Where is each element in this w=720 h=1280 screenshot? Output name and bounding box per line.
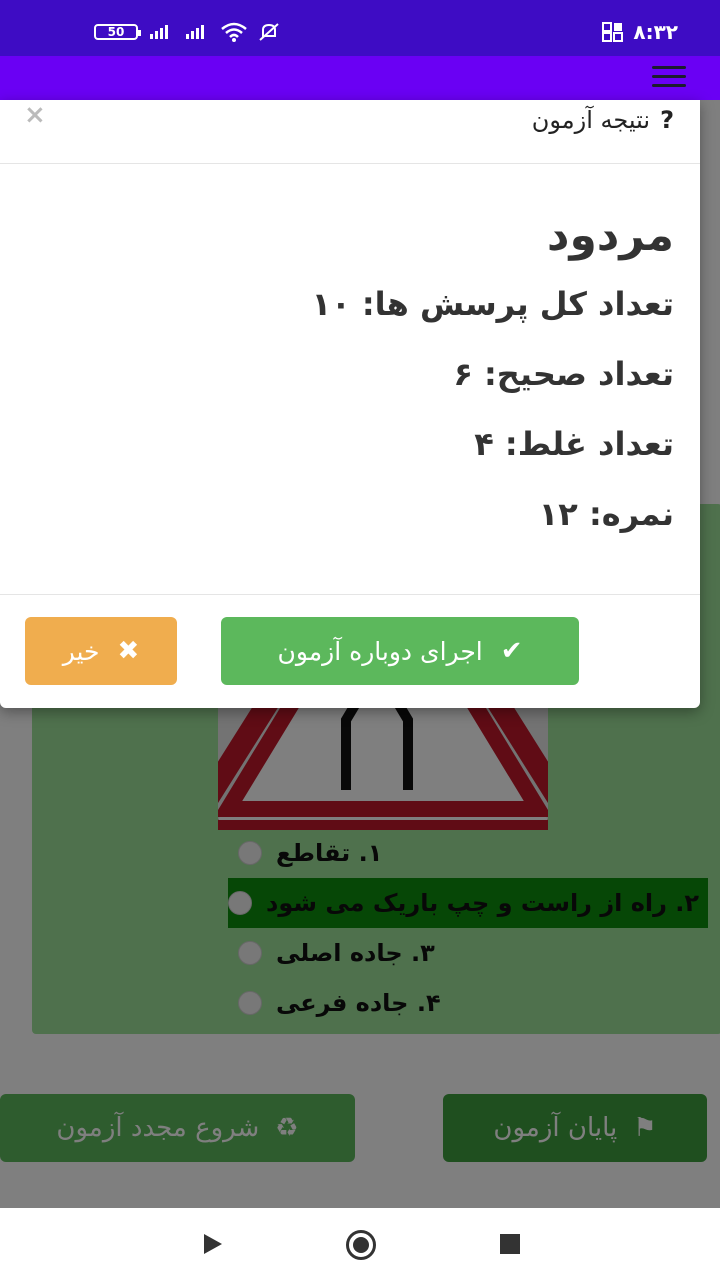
total-questions: تعداد کل پرسش ها: ۱۰: [311, 285, 674, 323]
question-icon: ?: [660, 106, 674, 134]
correct-count: تعداد صحیح: ۶: [453, 355, 674, 393]
signal-icon-2: [186, 25, 204, 39]
battery-icon: 50: [94, 24, 141, 40]
retry-quiz-button[interactable]: ✔ اجرای دوباره آزمون: [221, 617, 579, 685]
status-left-icons: 50: [94, 22, 280, 42]
system-nav-bar: [0, 1208, 720, 1280]
score: نمره: ۱۲: [538, 495, 674, 533]
menu-icon[interactable]: [652, 66, 686, 90]
back-icon[interactable]: [204, 1234, 222, 1254]
recents-icon[interactable]: [500, 1234, 520, 1254]
modal-header: × ? نتیجه آزمون: [0, 100, 700, 164]
result-modal: × ? نتیجه آزمون مردود تعداد کل پرسش ها: …: [0, 100, 700, 708]
verdict-text: مردود: [546, 210, 674, 261]
close-icon[interactable]: ×: [24, 100, 46, 130]
close-x-icon: ✖: [117, 636, 140, 666]
home-icon[interactable]: [346, 1230, 376, 1260]
app-toolbar: [0, 56, 720, 100]
modal-title: ? نتیجه آزمون: [531, 106, 674, 134]
grid-icon: [602, 22, 623, 42]
signal-icon: [150, 25, 168, 39]
modal-body: مردود تعداد کل پرسش ها: ۱۰ تعداد صحیح: ۶…: [34, 210, 674, 565]
status-bar: 50 ۸:۳۲: [0, 0, 720, 56]
clock: ۸:۳۲: [633, 20, 678, 44]
wifi-icon: [221, 22, 247, 42]
modal-footer: ✔ اجرای دوباره آزمون ✖ خیر: [0, 594, 700, 708]
mute-bell-icon: [259, 23, 279, 41]
wrong-count: تعداد غلط: ۴: [474, 425, 674, 463]
no-button[interactable]: ✖ خیر: [25, 617, 177, 685]
check-icon: ✔: [500, 636, 523, 666]
